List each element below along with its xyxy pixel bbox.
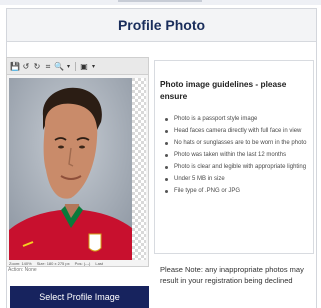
zoom-icon[interactable]: 🔍 [54, 61, 64, 72]
list-item: File type of .PNG or JPG [165, 186, 307, 197]
list-item: Photo was taken within the last 12 month… [165, 150, 307, 161]
crop-icon[interactable]: ⌗ [43, 61, 53, 72]
last-readout: Last [95, 261, 103, 266]
editor-toolbar: 💾 ↺ ↻ ⌗ 🔍 ▾ ▣ ▾ [7, 58, 148, 75]
scroll-peek [118, 0, 202, 2]
profile-photo-preview [9, 78, 132, 260]
zoom-readout: Zoom: 140% [9, 261, 32, 266]
select-profile-image-button[interactable]: Select Profile Image [10, 286, 149, 308]
fit-dropdown-icon[interactable]: ▾ [90, 61, 97, 72]
list-item: Head faces camera directly with full fac… [165, 126, 307, 137]
rotate-right-icon[interactable]: ↻ [32, 61, 42, 72]
editor-status-bar: Zoom: 140% Size: 180 x 275 px Pos: (---)… [9, 260, 149, 267]
list-item: No hats or sunglasses are to be worn in … [165, 138, 307, 149]
fit-icon[interactable]: ▣ [79, 61, 89, 72]
guidelines-title: Photo image guidelines - please ensure [160, 79, 287, 101]
rotate-left-icon[interactable]: ↺ [21, 61, 31, 72]
portrait-illustration [9, 78, 132, 260]
list-item: Under 5 MB in size [165, 174, 307, 185]
page-title: Profile Photo [117, 17, 206, 33]
save-icon[interactable]: 💾 [10, 61, 20, 72]
image-editor: 💾 ↺ ↻ ⌗ 🔍 ▾ ▣ ▾ Zoom: 140% Size: 180 x 2… [6, 57, 149, 267]
guidelines-list: Photo is a passport style image Head fac… [160, 114, 307, 197]
top-strip [0, 0, 321, 5]
guidelines-panel: Photo image guidelines - please ensure P… [154, 60, 314, 254]
inappropriate-photo-note: Please Note: any inappropriate photos ma… [160, 265, 304, 285]
action-status: Action: None [8, 267, 37, 273]
list-item: Photo is clear and legible with appropri… [165, 162, 307, 173]
size-readout: Size: 180 x 275 px [36, 261, 70, 266]
pos-readout: Pos: (---) [74, 261, 91, 266]
zoom-dropdown-icon[interactable]: ▾ [65, 61, 72, 72]
toolbar-divider [75, 61, 76, 71]
card-header: Profile Photo [7, 9, 316, 42]
list-item: Photo is a passport style image [165, 114, 307, 125]
image-canvas[interactable] [9, 78, 146, 260]
